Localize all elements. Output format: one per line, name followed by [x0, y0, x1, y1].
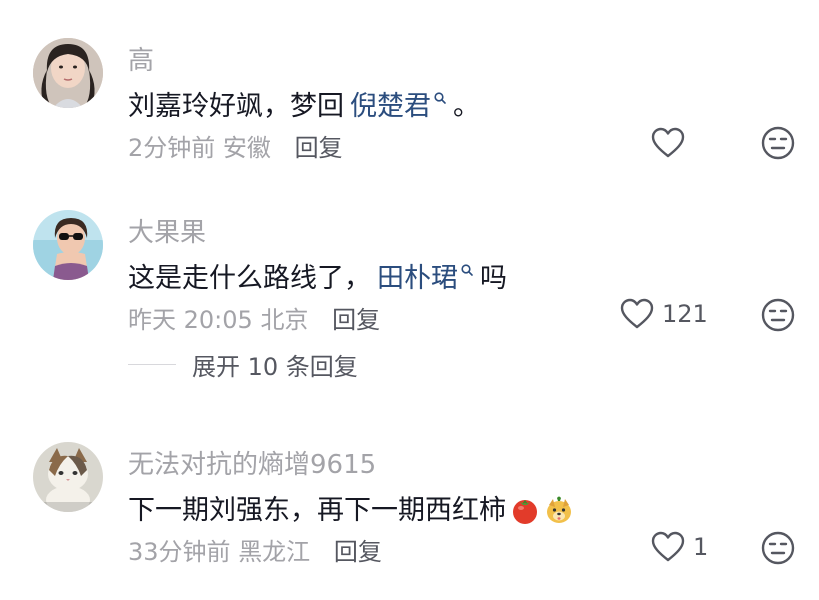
comment-text-before: 这是走什么路线了， [128, 263, 371, 294]
mention-name: 田朴珺 [377, 263, 458, 294]
comment-text: 下一期刘强东，再下一期西红柿 [128, 488, 574, 527]
mention-link[interactable]: 田朴珺 [377, 263, 474, 294]
like-count: 121 [662, 300, 708, 328]
divider-line [128, 364, 176, 365]
avatar[interactable] [33, 38, 103, 108]
dislike-button[interactable] [761, 298, 795, 336]
reply-button[interactable]: 回复 [334, 538, 382, 566]
avatar[interactable] [33, 442, 103, 512]
avatar[interactable] [33, 210, 103, 280]
neutral-face-icon [761, 126, 795, 160]
expand-replies-button[interactable]: 展开 10 条回复 [128, 347, 358, 382]
comment-time: 昨天 20:05 [128, 306, 253, 334]
dislike-button[interactable] [761, 531, 795, 569]
comment-text-after: 吗 [480, 263, 507, 294]
like-button[interactable] [651, 127, 693, 159]
comment-location: 黑龙江 [238, 538, 311, 566]
heart-outline-icon [620, 298, 654, 329]
tomato-emoji-icon [513, 500, 537, 524]
avatar-cat-icon [33, 442, 103, 512]
search-icon [434, 92, 446, 104]
dog-face-emoji-icon [547, 496, 571, 523]
reply-button[interactable]: 回复 [332, 306, 380, 334]
comment-time: 2分钟前 [128, 134, 216, 162]
comment-location: 北京 [260, 306, 309, 334]
comment-text: 这是走什么路线了， 田朴珺吗 [128, 256, 507, 295]
search-icon [461, 264, 473, 276]
like-count: 1 [693, 533, 709, 561]
expand-replies-label: 展开 10 条回复 [192, 353, 358, 381]
comment-location: 安徽 [222, 134, 271, 162]
mention-link[interactable]: 倪楚君 [350, 91, 447, 122]
comment-username[interactable]: 无法对抗的熵增9615 [128, 444, 376, 481]
comment-username[interactable]: 大果果 [128, 212, 206, 249]
like-button[interactable]: 121 [620, 298, 708, 330]
heart-outline-icon [651, 127, 685, 158]
comment-meta: 33分钟前 黑龙江 回复 [128, 532, 382, 567]
avatar-woman-sunglasses-icon [33, 210, 103, 280]
comment-meta: 2分钟前 安徽 回复 [128, 128, 343, 163]
avatar-woman-portrait-icon [33, 38, 103, 108]
comment-text-before: 下一期刘强东，再下一期西红柿 [128, 495, 506, 526]
comment-time: 33分钟前 [128, 538, 231, 566]
comment-text-after: 。 [453, 91, 480, 122]
like-button[interactable]: 1 [651, 531, 708, 563]
comment-text: 刘嘉玲好飒，梦回 倪楚君。 [128, 84, 480, 123]
comment-text-before: 刘嘉玲好飒，梦回 [128, 91, 344, 122]
heart-outline-icon [651, 531, 685, 562]
reply-button[interactable]: 回复 [295, 134, 343, 162]
neutral-face-icon [761, 298, 795, 332]
comment-username[interactable]: 高 [128, 40, 154, 77]
mention-name: 倪楚君 [350, 91, 431, 122]
comment-meta: 昨天 20:05 北京 回复 [128, 300, 380, 335]
dislike-button[interactable] [761, 126, 795, 164]
neutral-face-icon [761, 531, 795, 565]
